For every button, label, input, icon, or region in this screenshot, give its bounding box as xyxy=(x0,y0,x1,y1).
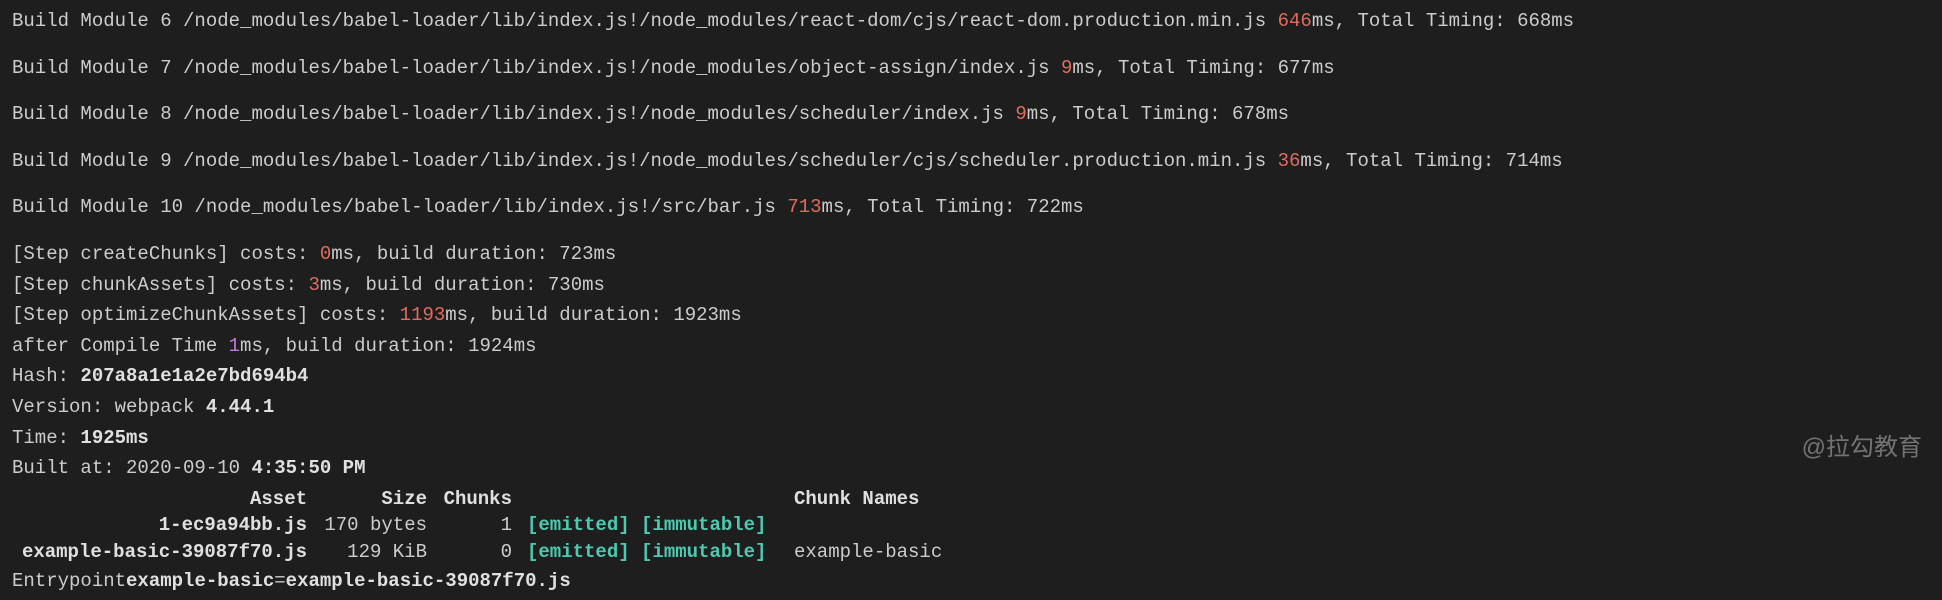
module-time-unit: ms xyxy=(1312,10,1335,32)
version-value: 4.44.1 xyxy=(206,396,274,418)
step-line: [Step chunkAssets] costs: 3ms, build dur… xyxy=(12,272,1930,299)
asset-chunk-name xyxy=(782,512,794,539)
step-suffix: , build duration: 730ms xyxy=(343,274,605,296)
module-time-unit: ms xyxy=(1072,57,1095,79)
module-suffix: , Total Timing: 677ms xyxy=(1095,57,1334,79)
after-compile-prefix: after Compile Time xyxy=(12,335,229,357)
entrypoint-name: example-basic xyxy=(126,568,274,595)
module-prefix: Build Module 8 /node_modules/babel-loade… xyxy=(12,103,1015,125)
build-module-line: Build Module 7 /node_modules/babel-loade… xyxy=(12,55,1930,82)
step-prefix: [Step optimizeChunkAssets] costs: xyxy=(12,304,400,326)
built-at-value: 4:35:50 PM xyxy=(251,457,365,479)
module-suffix: , Total Timing: 678ms xyxy=(1050,103,1289,125)
asset-tags: [emitted] [immutable] xyxy=(512,539,782,566)
asset-table-row: example-basic-39087f70.js 129 KiB 0 [emi… xyxy=(12,539,1930,566)
module-time-unit: ms xyxy=(1300,150,1323,172)
built-at-line: Built at: 2020-09-10 4:35:50 PM xyxy=(12,455,1930,482)
asset-table-header: Asset Size Chunks Chunk Names xyxy=(12,486,1930,513)
asset-name: 1-ec9a94bb.js xyxy=(12,512,307,539)
build-module-line: Build Module 6 /node_modules/babel-loade… xyxy=(12,8,1930,35)
module-suffix: , Total Timing: 714ms xyxy=(1323,150,1562,172)
version-label: Version: webpack xyxy=(12,396,206,418)
module-prefix: Build Module 10 /node_modules/babel-load… xyxy=(12,196,787,218)
time-value: 1925ms xyxy=(80,427,148,449)
asset-table-row: 1-ec9a94bb.js 170 bytes 1 [emitted] [imm… xyxy=(12,512,1930,539)
asset-chunk: 1 xyxy=(427,512,512,539)
asset-size: 170 bytes xyxy=(307,512,427,539)
header-asset: Asset xyxy=(12,486,307,513)
immutable-tag: [immutable] xyxy=(641,514,766,536)
header-emit xyxy=(512,486,782,513)
after-compile-line: after Compile Time 1ms, build duration: … xyxy=(12,333,1930,360)
asset-tags: [emitted] [immutable] xyxy=(512,512,782,539)
after-compile-time-unit: ms xyxy=(240,335,263,357)
step-suffix: , build duration: 1923ms xyxy=(468,304,742,326)
asset-chunk: 0 xyxy=(427,539,512,566)
module-time: 9 xyxy=(1015,103,1026,125)
hash-label: Hash: xyxy=(12,365,80,387)
step-cost: 0 xyxy=(320,243,331,265)
module-prefix: Build Module 7 /node_modules/babel-loade… xyxy=(12,57,1061,79)
step-suffix: , build duration: 723ms xyxy=(354,243,616,265)
built-at-label: Built at: 2020-09-10 xyxy=(12,457,251,479)
asset-name: example-basic-39087f70.js xyxy=(12,539,307,566)
module-time: 9 xyxy=(1061,57,1072,79)
entrypoint-line: Entrypoint example-basic = example-basic… xyxy=(12,568,1930,595)
module-time: 646 xyxy=(1278,10,1312,32)
step-prefix: [Step chunkAssets] costs: xyxy=(12,274,308,296)
watermark: @拉勾教育 xyxy=(1802,431,1922,465)
module-time-unit: ms xyxy=(1027,103,1050,125)
header-chunks: Chunks xyxy=(427,486,512,513)
header-size: Size xyxy=(307,486,427,513)
time-line: Time: 1925ms xyxy=(12,425,1930,452)
after-compile-time: 1 xyxy=(229,335,240,357)
entrypoint-file: example-basic-39087f70.js xyxy=(286,568,571,595)
module-prefix: Build Module 6 /node_modules/babel-loade… xyxy=(12,10,1278,32)
module-suffix: , Total Timing: 668ms xyxy=(1335,10,1574,32)
build-module-line: Build Module 10 /node_modules/babel-load… xyxy=(12,194,1930,221)
hash-value: 207a8a1e1a2e7bd694b4 xyxy=(80,365,308,387)
emitted-tag: [emitted] xyxy=(527,514,630,536)
emitted-tag: [emitted] xyxy=(527,541,630,563)
after-compile-suffix: , build duration: 1924ms xyxy=(263,335,537,357)
hash-line: Hash: 207a8a1e1a2e7bd694b4 xyxy=(12,363,1930,390)
asset-size: 129 KiB xyxy=(307,539,427,566)
step-prefix: [Step createChunks] costs: xyxy=(12,243,320,265)
step-cost-unit: ms xyxy=(445,304,468,326)
immutable-tag: [immutable] xyxy=(641,541,766,563)
step-line: [Step createChunks] costs: 0ms, build du… xyxy=(12,241,1930,268)
step-cost-unit: ms xyxy=(320,274,343,296)
step-cost: 3 xyxy=(308,274,319,296)
version-line: Version: webpack 4.44.1 xyxy=(12,394,1930,421)
asset-chunk-name: example-basic xyxy=(782,539,942,566)
module-time: 713 xyxy=(787,196,821,218)
header-names: Chunk Names xyxy=(782,486,919,513)
build-module-line: Build Module 8 /node_modules/babel-loade… xyxy=(12,101,1930,128)
module-suffix: , Total Timing: 722ms xyxy=(844,196,1083,218)
module-prefix: Build Module 9 /node_modules/babel-loade… xyxy=(12,150,1278,172)
module-time: 36 xyxy=(1278,150,1301,172)
build-module-line: Build Module 9 /node_modules/babel-loade… xyxy=(12,148,1930,175)
step-line: [Step optimizeChunkAssets] costs: 1193ms… xyxy=(12,302,1930,329)
module-time-unit: ms xyxy=(822,196,845,218)
step-cost-unit: ms xyxy=(331,243,354,265)
time-label: Time: xyxy=(12,427,80,449)
entrypoint-prefix: Entrypoint xyxy=(12,568,126,595)
step-cost: 1193 xyxy=(400,304,446,326)
entrypoint-equals: = xyxy=(274,568,285,595)
